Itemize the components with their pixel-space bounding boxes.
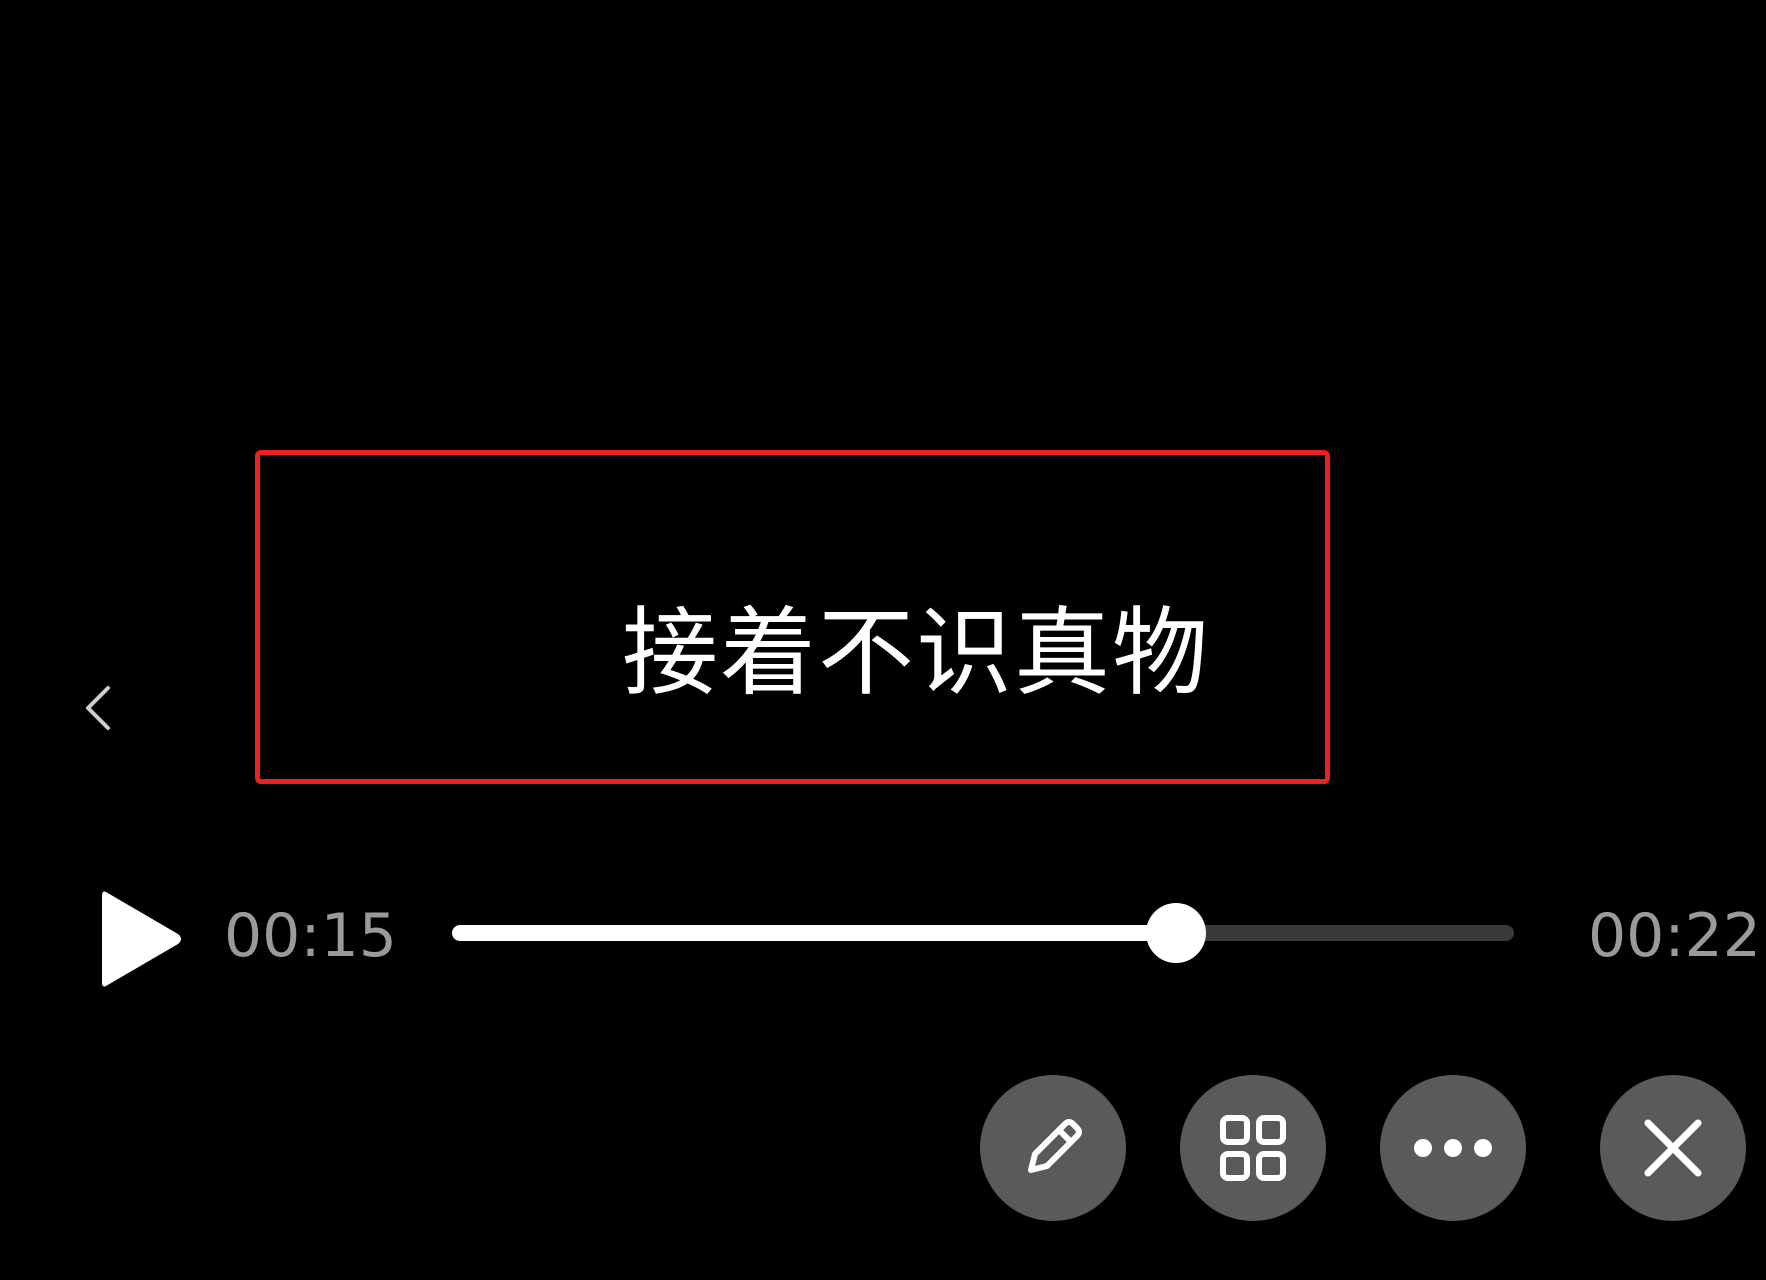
pencil-icon xyxy=(1028,1119,1082,1173)
progress-fill xyxy=(452,925,1177,941)
more-dots-icon xyxy=(1414,1139,1492,1157)
close-icon xyxy=(1644,1119,1702,1177)
progress-thumb[interactable] xyxy=(1146,903,1207,963)
subtitle-text: 接着不识真物 xyxy=(622,597,1210,709)
play-icon xyxy=(102,891,181,987)
total-time: 00:22 xyxy=(1588,901,1761,971)
grid-icon xyxy=(1220,1115,1286,1181)
back-chevron-icon[interactable] xyxy=(78,682,122,734)
edit-button[interactable] xyxy=(980,1075,1126,1221)
current-time: 00:15 xyxy=(224,901,397,971)
progress-bar[interactable] xyxy=(452,903,1514,963)
more-button[interactable] xyxy=(1380,1075,1526,1221)
close-button[interactable] xyxy=(1600,1075,1746,1221)
grid-button[interactable] xyxy=(1180,1075,1326,1221)
play-button[interactable] xyxy=(96,886,186,992)
